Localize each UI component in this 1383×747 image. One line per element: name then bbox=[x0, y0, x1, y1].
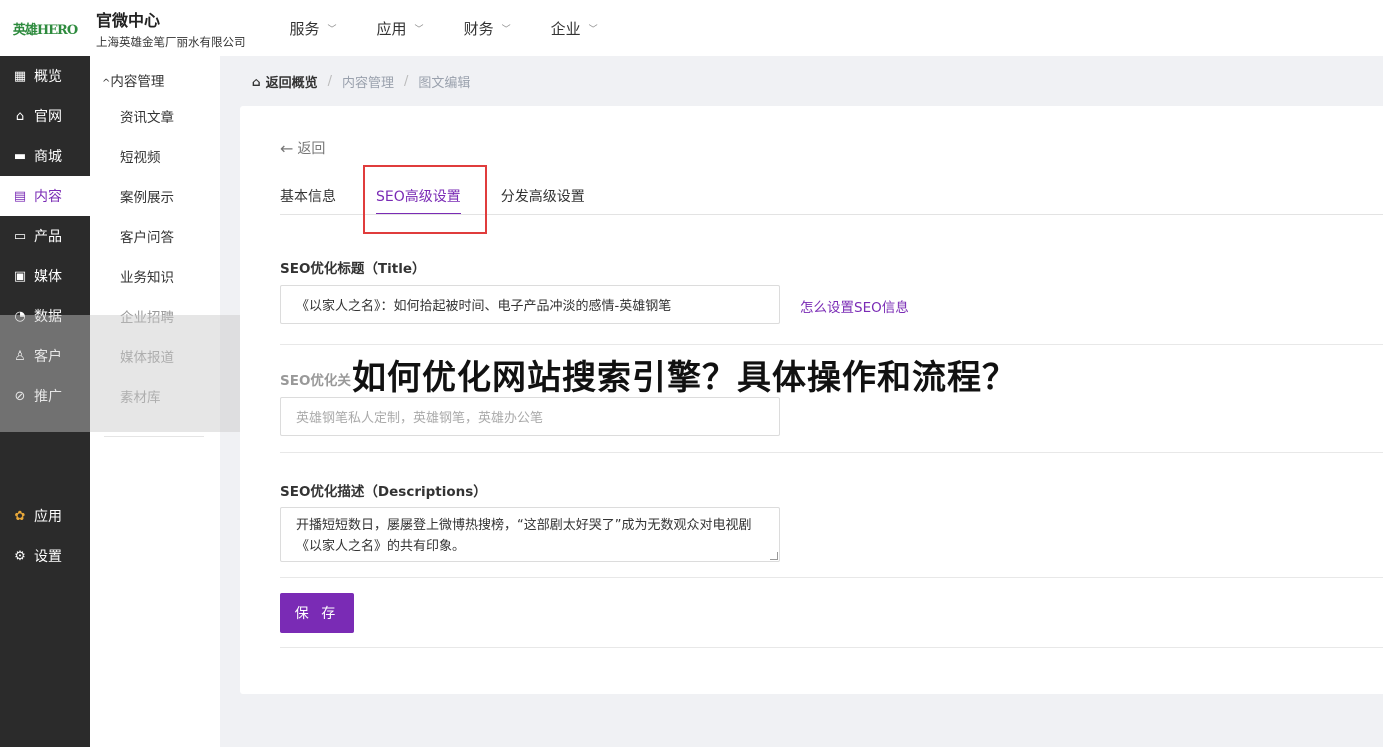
back-button[interactable]: ← 返回 bbox=[280, 138, 325, 158]
logo[interactable]: 英雄HERO bbox=[0, 0, 90, 56]
sidebar-item-content[interactable]: ▤ 内容 bbox=[0, 176, 90, 216]
nav-services[interactable]: 服务 ﹀ bbox=[290, 18, 337, 39]
submenu-item-qa[interactable]: 客户问答 bbox=[90, 216, 220, 256]
nav-label: 应用 bbox=[376, 19, 407, 38]
resize-handle-icon[interactable] bbox=[770, 552, 778, 560]
sidebar-item-product[interactable]: ▭ 产品 bbox=[0, 216, 90, 256]
breadcrumb-home-label: 返回概览 bbox=[265, 76, 318, 91]
apps-icon: ✿ bbox=[14, 508, 26, 524]
divider bbox=[280, 452, 1383, 453]
sidebar-item-label: 商城 bbox=[34, 149, 62, 165]
box-icon: ▭ bbox=[13, 228, 27, 244]
breadcrumb-current: 图文编辑 bbox=[418, 76, 471, 91]
nav-label: 财务 bbox=[463, 19, 494, 38]
gray-overlay bbox=[0, 315, 240, 432]
brand: 官微中心 上海英雄金笔厂丽水有限公司 bbox=[96, 7, 246, 50]
save-button[interactable]: 保 存 bbox=[280, 593, 354, 633]
sidebar-item-label: 内容 bbox=[34, 189, 62, 205]
submenu-item-articles[interactable]: 资讯文章 bbox=[90, 96, 220, 136]
breadcrumb-content-manage[interactable]: 内容管理 bbox=[342, 72, 394, 91]
seo-keywords-label: SEO优化关 bbox=[280, 373, 351, 389]
gear-icon: ⚙ bbox=[14, 548, 26, 564]
top-bar: 英雄HERO 官微中心 上海英雄金笔厂丽水有限公司 服务 ﹀ 应用 ﹀ 财务 ﹀ 企业… bbox=[0, 0, 1383, 56]
divider bbox=[280, 647, 1383, 648]
tab-basic-info[interactable]: 基本信息 bbox=[280, 186, 336, 206]
breadcrumb: ⌂ 返回概览 / 内容管理 / 图文编辑 bbox=[252, 72, 470, 91]
seo-title-input[interactable]: 《以家人之名》：如何拾起被时间、电子产品冲淡的感情-英雄钢笔 bbox=[280, 285, 780, 324]
home-icon: ⌂ bbox=[252, 74, 261, 89]
seo-description-value: 开播短短数日，屡屡登上微博热搜榜，“这部剧太好哭了”成为无数观众对电视剧《以家人… bbox=[296, 518, 752, 554]
submenu-item-knowledge[interactable]: 业务知识 bbox=[90, 256, 220, 296]
sidebar-item-shop[interactable]: ▬ 商城 bbox=[0, 136, 90, 176]
back-label: 返回 bbox=[297, 141, 326, 157]
sidebar-item-label: 应用 bbox=[34, 509, 62, 525]
sidebar-item-label: 媒体 bbox=[34, 269, 62, 285]
divider bbox=[280, 344, 1383, 345]
nav-apps[interactable]: 应用 ﹀ bbox=[377, 18, 424, 39]
seo-help-link[interactable]: 怎么设置SEO信息 bbox=[800, 296, 909, 316]
nav-enterprise[interactable]: 企业 ﹀ bbox=[551, 18, 598, 39]
divider bbox=[104, 436, 204, 437]
breadcrumb-separator: / bbox=[404, 74, 409, 89]
logo-text: 英雄HERO bbox=[12, 22, 78, 38]
dashboard-icon: ▦ bbox=[13, 68, 27, 84]
overlay-headline: 如何优化网站搜索引擎？具体操作和流程？ bbox=[352, 358, 1017, 398]
sidebar-item-media[interactable]: ▣ 媒体 bbox=[0, 256, 90, 296]
editor-card: ← 返回 基本信息 SEO高级设置 分发高级设置 SEO优化标题（Title） 《… bbox=[240, 106, 1383, 694]
chevron-down-icon: ﹀ bbox=[414, 24, 424, 35]
nav-finance[interactable]: 财务 ﹀ bbox=[464, 18, 511, 39]
chevron-down-icon: ﹀ bbox=[501, 24, 511, 35]
submenu-item-short-video[interactable]: 短视频 bbox=[90, 136, 220, 176]
sidebar-item-website[interactable]: ⌂ 官网 bbox=[0, 96, 90, 136]
shop-icon: ▬ bbox=[13, 148, 27, 164]
submenu-item-cases[interactable]: 案例展示 bbox=[90, 176, 220, 216]
sidebar-item-label: 设置 bbox=[34, 549, 62, 565]
sidebar-item-label: 产品 bbox=[34, 229, 62, 245]
highlight-annotation bbox=[363, 165, 487, 234]
company-name: 上海英雄金笔厂丽水有限公司 bbox=[96, 34, 246, 49]
arrow-left-icon: ← bbox=[280, 138, 294, 158]
sidebar-item-settings[interactable]: ⚙ 设置 bbox=[0, 536, 90, 576]
top-nav: 服务 ﹀ 应用 ﹀ 财务 ﹀ 企业 ﹀ bbox=[290, 18, 638, 39]
nav-label: 服务 bbox=[289, 19, 320, 38]
chevron-down-icon: ﹀ bbox=[588, 24, 598, 35]
seo-keywords-input[interactable]: 英雄钢笔私人定制，英雄钢笔，英雄办公笔 bbox=[280, 397, 780, 436]
home-icon: ⌂ bbox=[15, 108, 25, 124]
sidebar-item-label: 概览 bbox=[34, 69, 62, 85]
video-icon: ▣ bbox=[13, 268, 27, 284]
document-icon: ▤ bbox=[13, 188, 27, 204]
breadcrumb-separator: / bbox=[327, 74, 332, 89]
sidebar-item-overview[interactable]: ▦ 概览 bbox=[0, 56, 90, 96]
sidebar-bottom: ✿ 应用 ⚙ 设置 bbox=[0, 496, 90, 576]
seo-description-textarea[interactable]: 开播短短数日，屡屡登上微博热搜榜，“这部剧太好哭了”成为无数观众对电视剧《以家人… bbox=[280, 507, 780, 562]
chevron-down-icon: ﹀ bbox=[327, 24, 337, 35]
submenu-heading-label: 内容管理 bbox=[110, 74, 165, 90]
divider bbox=[280, 577, 1383, 578]
sidebar-item-apps[interactable]: ✿ 应用 bbox=[0, 496, 90, 536]
app-title: 官微中心 bbox=[96, 10, 161, 30]
sidebar-item-label: 官网 bbox=[34, 109, 62, 125]
seo-title-label: SEO优化标题（Title） bbox=[280, 261, 426, 277]
submenu-heading[interactable]: ^内容管理 bbox=[90, 56, 220, 96]
nav-label: 企业 bbox=[550, 19, 581, 38]
tab-distribution-settings[interactable]: 分发高级设置 bbox=[501, 186, 585, 206]
seo-description-label: SEO优化描述（Descriptions） bbox=[280, 484, 487, 500]
breadcrumb-home[interactable]: ⌂ 返回概览 bbox=[252, 72, 318, 92]
